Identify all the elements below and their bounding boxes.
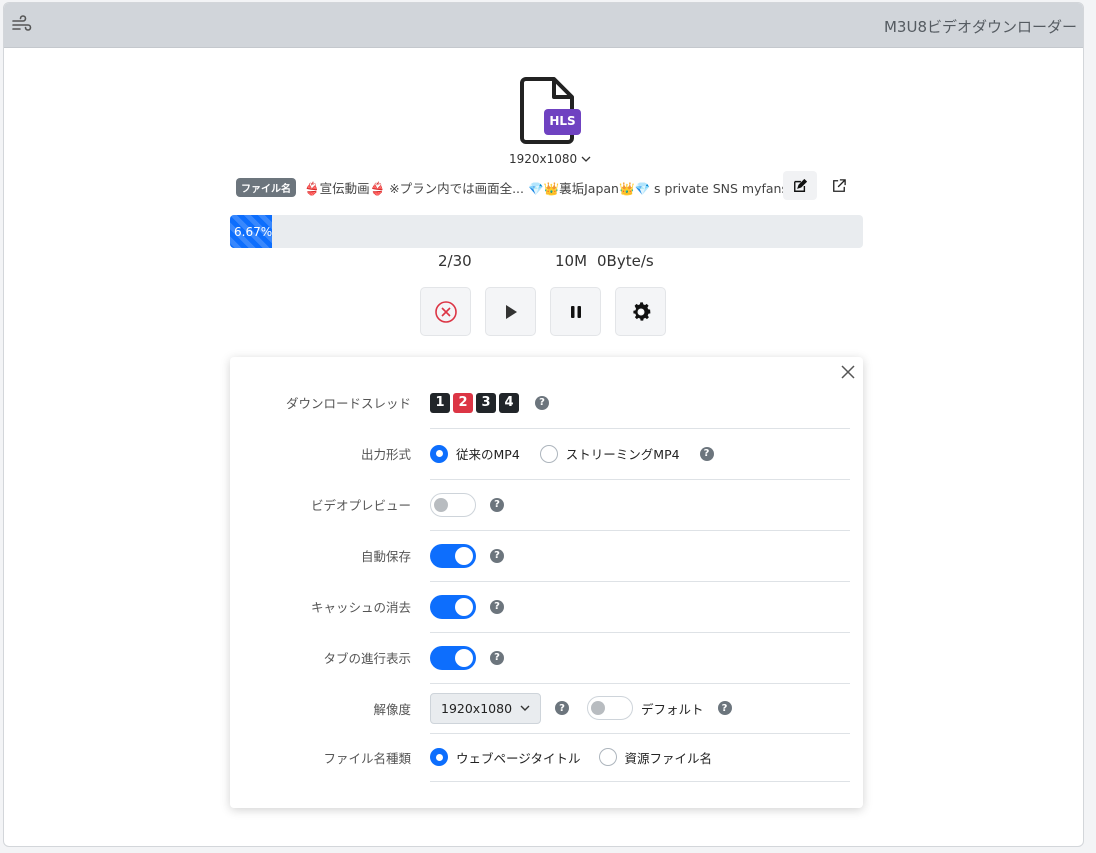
help-icon[interactable]: ? [535, 395, 549, 410]
streaming-mp4-label[interactable]: ストリーミングMP4 [566, 444, 680, 463]
thread-option-4[interactable]: 4 [499, 392, 519, 413]
resource-filename-label[interactable]: 資源ファイル名 [625, 748, 713, 767]
default-label: デフォルト [641, 701, 704, 717]
play-icon [505, 304, 517, 319]
settings-button[interactable] [615, 287, 666, 336]
resolution-select-value: 1920x1080 [441, 700, 513, 716]
tab-progress-control: ? [430, 632, 850, 684]
pause-button[interactable] [550, 287, 601, 336]
resolution-value: 1920x1080 [509, 152, 578, 166]
cancel-icon [434, 300, 457, 323]
chevron-down-icon [581, 156, 591, 162]
filename-text: 👙宣伝動画👙 ※プラン内では画面全... 💎👑裏垢Japan👑💎 s priva… [304, 180, 788, 196]
threads-control: 1 2 3 4 ? [430, 377, 850, 429]
resolution-control: 1920x1080 ? デフォルト ? [430, 683, 850, 734]
classic-mp4-label[interactable]: 従来のMP4 [456, 444, 520, 463]
help-icon[interactable]: ? [490, 548, 504, 563]
threads-label: ダウンロードスレッド [285, 396, 411, 411]
help-icon[interactable]: ? [699, 446, 714, 461]
thread-option-1[interactable]: 1 [430, 392, 450, 413]
setting-filename-type: ファイル名種類 ウェブページタイトル 資源ファイル名 [230, 733, 863, 782]
default-resolution-toggle[interactable] [587, 696, 634, 720]
tab-progress-label: タブの進行表示 [323, 651, 411, 666]
setting-auto-save: 自動保存 ? [230, 530, 863, 582]
cancel-button[interactable] [420, 287, 471, 336]
tab-progress-toggle[interactable] [430, 645, 476, 670]
auto-save-toggle[interactable] [430, 543, 476, 568]
edit-filename-button[interactable] [783, 171, 817, 200]
external-link-icon [833, 179, 846, 192]
clear-cache-label: キャッシュの消去 [310, 600, 411, 615]
help-icon[interactable]: ? [490, 599, 504, 614]
hls-file-icon: HLS [518, 76, 582, 146]
output-format-control: 従来のMP4 ストリーミングMP4 ? [430, 428, 850, 480]
wind-icon[interactable] [10, 13, 34, 37]
downloaded-size: 10M [555, 252, 588, 270]
hls-badge-text: HLS [549, 114, 576, 128]
resolution-select[interactable]: 1920x1080 [430, 692, 542, 724]
segment-count: 2/30 [438, 252, 472, 270]
file-icon [520, 77, 581, 144]
resolution-dropdown[interactable]: 1920x1080 [509, 152, 591, 166]
filename-row: ファイル名 👙宣伝動画👙 ※プラン内では画面全... 💎👑裏垢Japan👑💎 s… [236, 174, 788, 200]
video-preview-control: ? [430, 479, 850, 531]
open-external-button[interactable] [828, 175, 850, 197]
auto-save-label: 自動保存 [360, 549, 411, 564]
clear-cache-toggle[interactable] [430, 594, 476, 619]
filename-type-control: ウェブページタイトル 資源ファイル名 [430, 733, 850, 782]
settings-panel: ダウンロードスレッド 1 2 3 4 ? 出力形式 従来のMP4 ストリーミング… [230, 357, 863, 808]
setting-tab-progress: タブの進行表示 ? [230, 632, 863, 684]
radio-streaming-mp4[interactable] [539, 444, 558, 463]
setting-threads: ダウンロードスレッド 1 2 3 4 ? [230, 377, 863, 429]
radio-classic-mp4[interactable] [430, 444, 448, 463]
progress-fill: 6.67% [230, 215, 273, 248]
app-title: M3U8ビデオダウンローダー [883, 18, 1077, 36]
header-bar: M3U8ビデオダウンローダー [4, 3, 1083, 48]
filename-type-label: ファイル名種類 [323, 750, 411, 766]
auto-save-control: ? [430, 530, 850, 582]
play-button[interactable] [485, 287, 536, 336]
help-icon[interactable]: ? [490, 497, 504, 512]
pause-icon [570, 305, 581, 318]
download-progress-bar: 6.67% [230, 215, 863, 248]
thread-option-2[interactable]: 2 [453, 392, 473, 413]
help-icon[interactable]: ? [490, 650, 504, 665]
radio-resource-filename[interactable] [598, 748, 617, 766]
setting-output-format: 出力形式 従来のMP4 ストリーミングMP4 ? [230, 428, 863, 480]
edit-icon [794, 178, 807, 192]
setting-video-preview: ビデオプレビュー ? [230, 479, 863, 531]
help-icon[interactable]: ? [555, 701, 570, 715]
filename-badge: ファイル名 [236, 177, 296, 197]
setting-resolution: 解像度 1920x1080 ? デフォルト ? [230, 683, 863, 734]
resolution-label: 解像度 [373, 701, 411, 717]
output-format-label: 出力形式 [360, 447, 411, 462]
webpage-title-label[interactable]: ウェブページタイトル [456, 748, 581, 767]
download-speed: 0Byte/s [597, 252, 654, 270]
radio-webpage-title[interactable] [430, 748, 448, 766]
thread-option-3[interactable]: 3 [476, 392, 496, 413]
video-preview-toggle[interactable] [430, 492, 476, 517]
chevron-down-icon [520, 705, 530, 711]
video-preview-label: ビデオプレビュー [310, 498, 411, 513]
app-window: M3U8ビデオダウンローダー HLS 1920x1080 ファイル名 👙宣伝動画… [3, 2, 1084, 847]
help-icon[interactable]: ? [717, 701, 732, 715]
clear-cache-control: ? [430, 581, 850, 633]
setting-clear-cache: キャッシュの消去 ? [230, 581, 863, 633]
gear-icon [632, 301, 650, 321]
